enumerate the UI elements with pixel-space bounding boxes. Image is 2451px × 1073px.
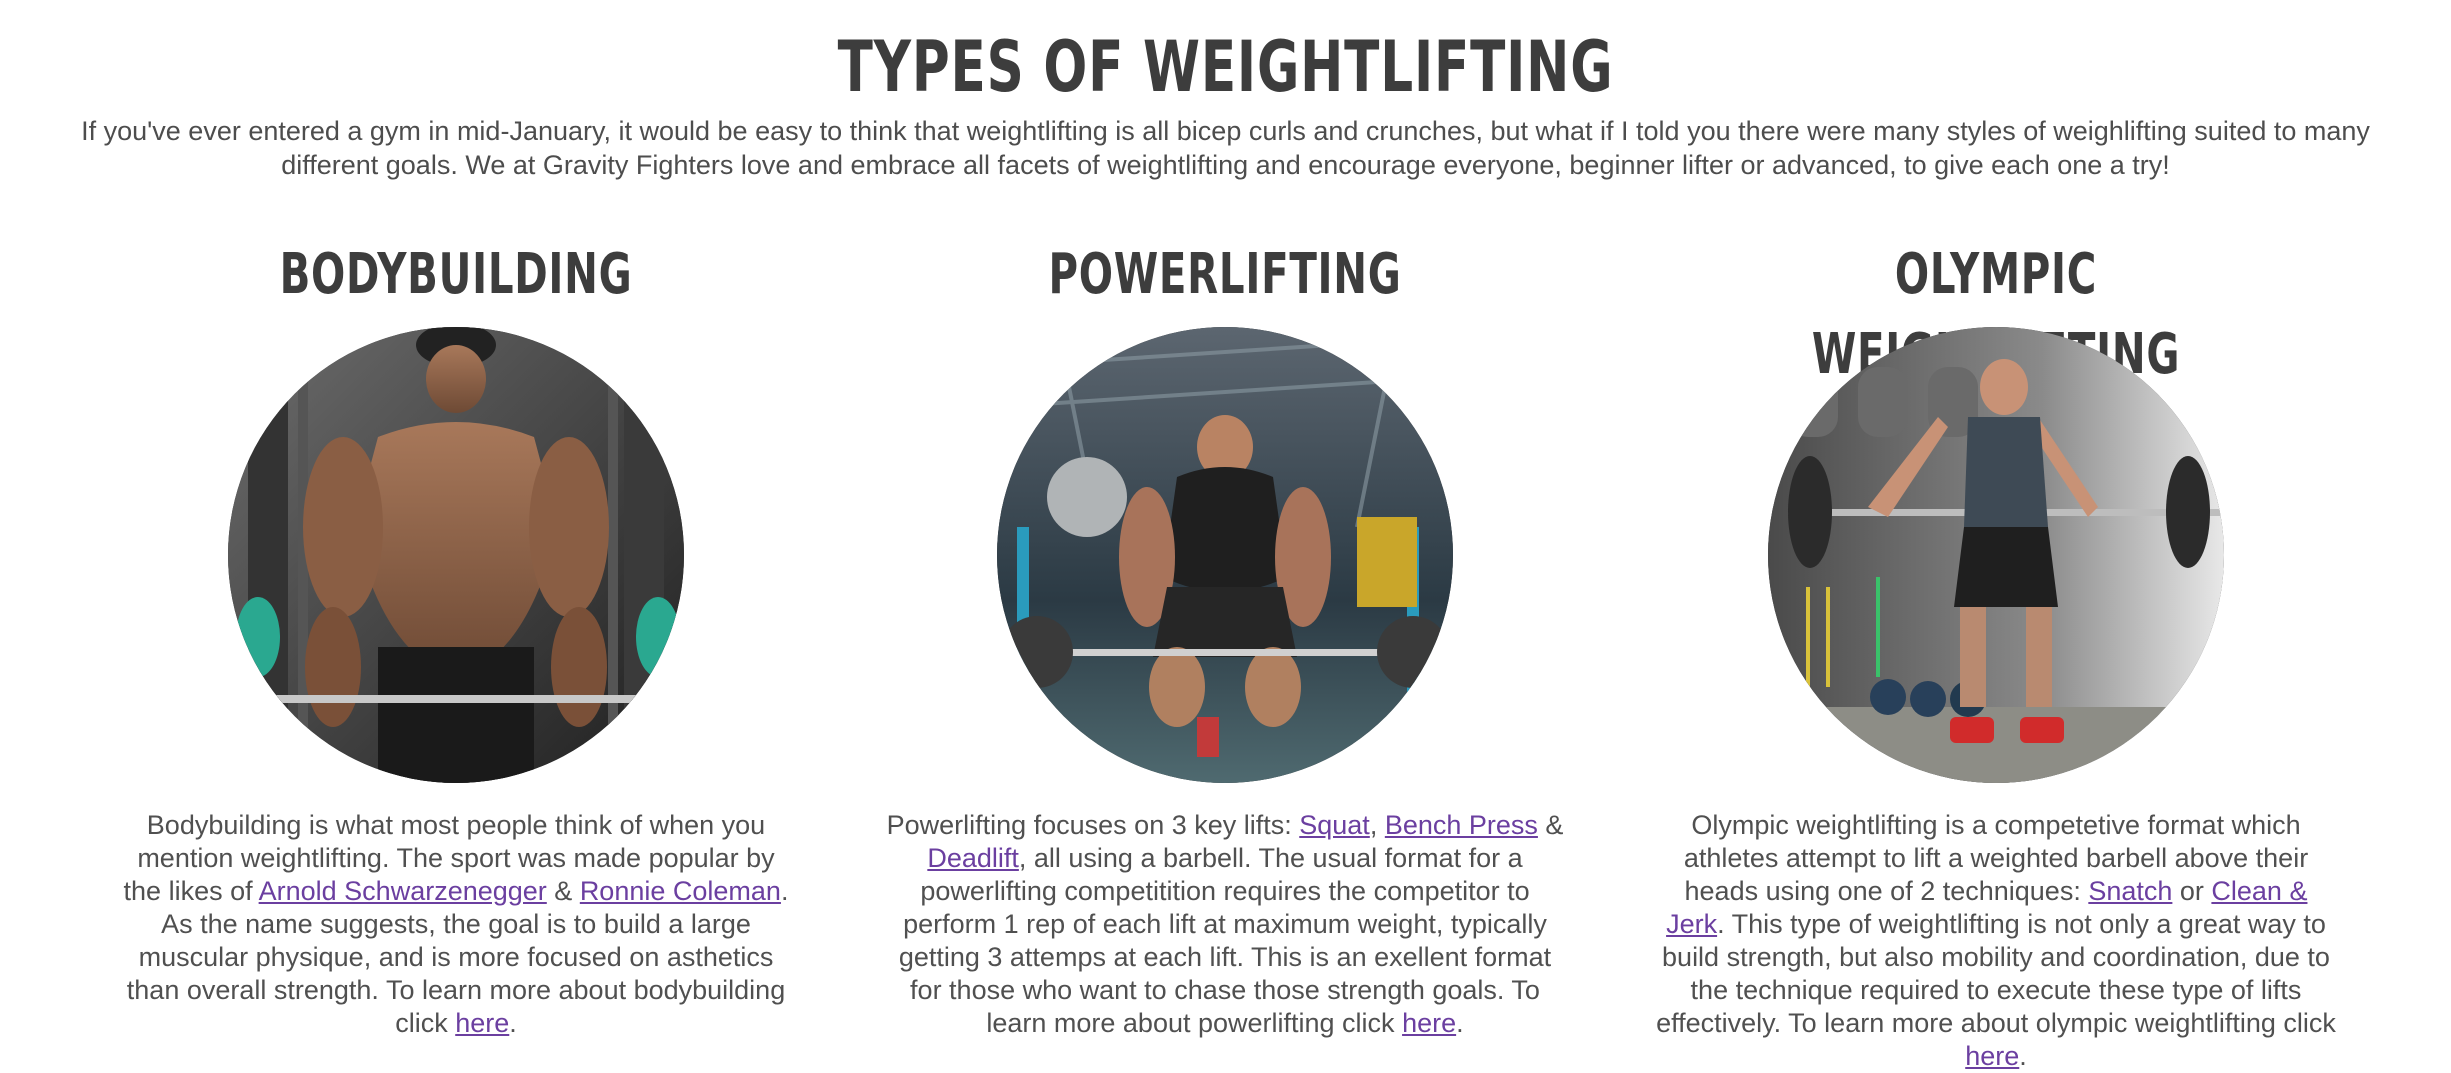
bodybuilding-image <box>228 327 684 783</box>
bodybuilding-heading: BODYBUILDING <box>279 242 633 307</box>
bodybuilding-description: Bodybuilding is what most people think o… <box>123 810 789 1038</box>
olympic-column: OLYMPIC WEIGHTLIFTING <box>1636 235 2356 1073</box>
powerlifting-here-link[interactable]: here <box>1402 1008 1456 1038</box>
powerlifting-column: POWERLIFTING Powerlifting focuses on 3 k… <box>865 235 1585 1040</box>
olympic-lifter-illustration <box>1768 327 2224 783</box>
snatch-link[interactable]: Snatch <box>2088 876 2172 906</box>
bodybuilding-column: BODYBUILDING Bodybuilding is what most p… <box>96 235 816 1040</box>
intro-paragraph: If you've ever entered a gym in mid-Janu… <box>81 116 2370 180</box>
bodybuilder-illustration <box>228 327 684 783</box>
deadlift-link[interactable]: Deadlift <box>927 843 1019 873</box>
powerlifting-image <box>997 327 1453 783</box>
weightlifting-types-section: TYPES OF WEIGHTLIFTING If you've ever en… <box>0 0 2451 1071</box>
olympic-image <box>1768 327 2224 783</box>
powerlifting-description: Powerlifting focuses on 3 key lifts: Squ… <box>886 810 1564 1038</box>
bench-press-link[interactable]: Bench Press <box>1385 810 1538 840</box>
powerlifting-heading: POWERLIFTING <box>1048 242 1402 307</box>
olympic-heading: OLYMPIC WEIGHTLIFTING <box>1812 242 2180 387</box>
squat-link[interactable]: Squat <box>1299 810 1370 840</box>
page-title: TYPES OF WEIGHTLIFTING <box>837 26 1614 108</box>
powerlifter-illustration <box>997 327 1453 783</box>
ronnie-coleman-link[interactable]: Ronnie Coleman <box>580 876 781 906</box>
arnold-schwarzenegger-link[interactable]: Arnold Schwarzenegger <box>259 876 547 906</box>
bodybuilding-here-link[interactable]: here <box>455 1008 509 1038</box>
olympic-here-link[interactable]: here <box>1965 1041 2019 1071</box>
olympic-description: Olympic weightlifting is a competetive f… <box>1656 810 2336 1071</box>
